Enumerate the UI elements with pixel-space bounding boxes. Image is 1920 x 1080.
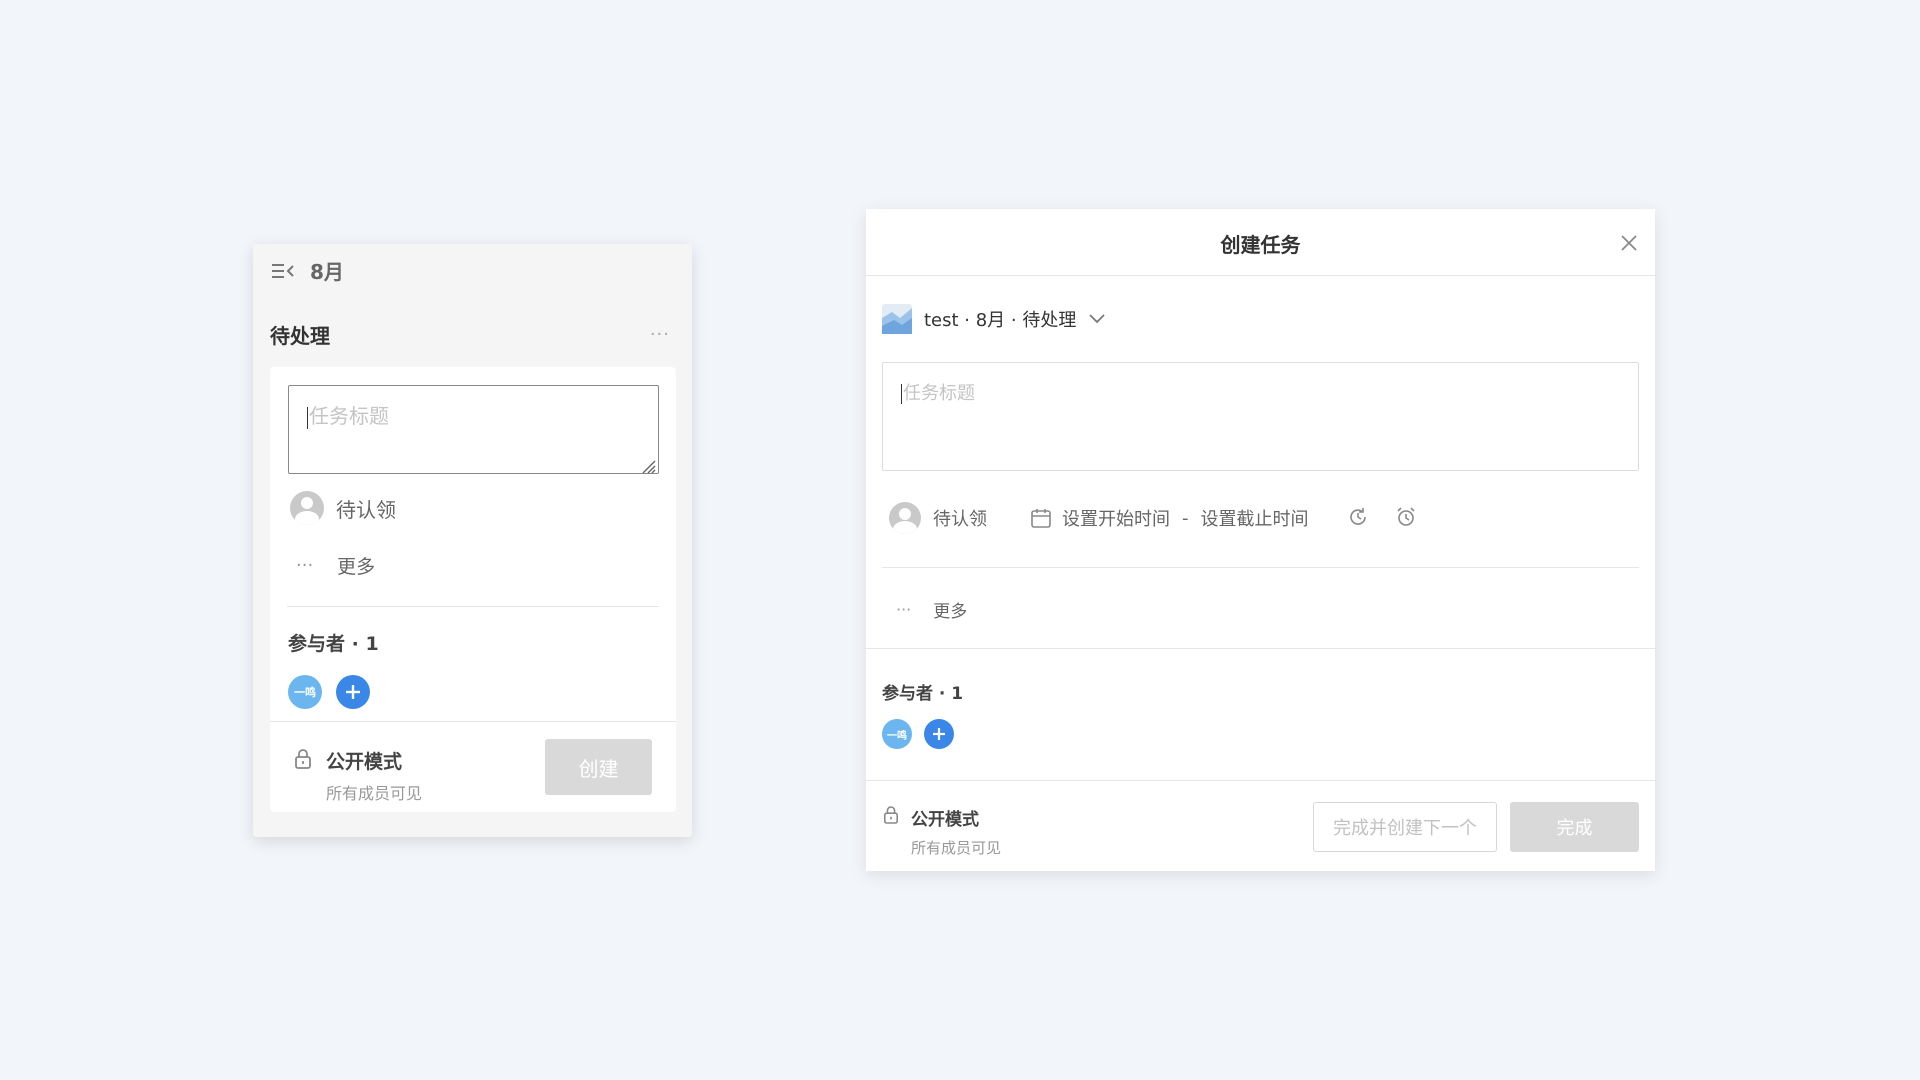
footer-divider	[270, 721, 676, 722]
plus-icon	[346, 685, 360, 699]
text-caret	[901, 384, 902, 404]
done-button[interactable]: 完成	[1510, 802, 1639, 852]
repeat-icon[interactable]	[1347, 506, 1369, 532]
close-icon[interactable]	[1619, 233, 1639, 253]
visibility-mode-subtitle: 所有成员可见	[326, 784, 423, 803]
assignee-label: 待认领	[933, 509, 987, 530]
add-member-button[interactable]	[336, 675, 370, 709]
participants-title: 参与者 · 1	[882, 684, 964, 704]
more-label: 更多	[933, 602, 968, 622]
task-title-input[interactable]: 任务标题	[882, 362, 1639, 471]
more-label: 更多	[337, 556, 376, 578]
fields-divider	[882, 567, 1639, 568]
member-avatar[interactable]: 一鸣	[882, 719, 912, 749]
calendar-icon	[1031, 509, 1051, 528]
project-selector[interactable]: test · 8月 · 待处理	[882, 304, 1106, 334]
more-options-row[interactable]: ··· 更多	[896, 597, 967, 622]
task-title-placeholder: 任务标题	[903, 383, 975, 404]
dialog-title: 创建任务	[1220, 233, 1301, 257]
alarm-icon[interactable]	[1395, 506, 1417, 532]
time-separator: -	[1182, 507, 1189, 529]
start-time-button[interactable]: 设置开始时间	[1062, 505, 1170, 531]
create-button[interactable]: 创建	[545, 739, 652, 795]
assignee-label: 待认领	[336, 497, 396, 522]
member-avatar[interactable]: 一鸣	[288, 675, 322, 709]
column-title: 待处理	[270, 324, 330, 348]
month-label: 8月	[310, 260, 344, 284]
user-avatar-icon	[290, 491, 324, 525]
chevron-down-icon	[1088, 310, 1106, 329]
more-dots-icon: ···	[296, 555, 314, 576]
project-logo-icon	[882, 304, 912, 334]
resize-handle-icon[interactable]	[640, 455, 656, 474]
date-range-row: 设置开始时间 - 设置截止时间	[1030, 505, 1309, 531]
visibility-mode-title[interactable]: 公开模式	[911, 805, 979, 830]
participants-title: 参与者 · 1	[288, 633, 379, 655]
more-options-row[interactable]: ··· 更多	[296, 552, 375, 579]
create-task-dialog: 创建任务 test · 8月 · 待处理 任务标题 待认领 设置开始时间 - 设…	[866, 209, 1655, 871]
text-caret	[307, 406, 308, 429]
footer-divider	[866, 780, 1655, 781]
kanban-column: 8月 待处理 ··· 任务标题 待认领 ··· 更多 参与者 · 1 一鸣 公开…	[253, 244, 692, 837]
project-path: test · 8月 · 待处理	[924, 310, 1077, 331]
visibility-mode-subtitle: 所有成员可见	[911, 839, 1002, 857]
menu-collapse-icon[interactable]	[270, 260, 296, 282]
dialog-header-divider	[866, 275, 1655, 276]
lock-icon	[883, 805, 899, 829]
assignee-row[interactable]: 待认领	[290, 491, 396, 525]
lock-icon	[294, 748, 312, 774]
plus-icon	[933, 728, 945, 740]
more-dots-icon: ···	[896, 600, 912, 619]
due-time-button[interactable]: 设置截止时间	[1201, 505, 1309, 531]
new-task-card: 任务标题 待认领 ··· 更多 参与者 · 1 一鸣 公开模式 所有成员可见 创…	[270, 367, 676, 812]
user-avatar-icon	[889, 502, 921, 534]
task-title-input[interactable]: 任务标题	[288, 385, 659, 474]
add-member-button[interactable]	[924, 719, 954, 749]
card-divider	[287, 606, 659, 607]
create-and-next-button[interactable]: 完成并创建下一个	[1313, 802, 1497, 852]
column-more-icon[interactable]: ···	[650, 324, 670, 345]
column-header-bar: 8月	[270, 256, 344, 285]
visibility-mode-title[interactable]: 公开模式	[326, 747, 402, 774]
assignee-row[interactable]: 待认领	[889, 502, 987, 534]
section-divider	[866, 648, 1655, 649]
task-title-placeholder: 任务标题	[309, 404, 389, 428]
